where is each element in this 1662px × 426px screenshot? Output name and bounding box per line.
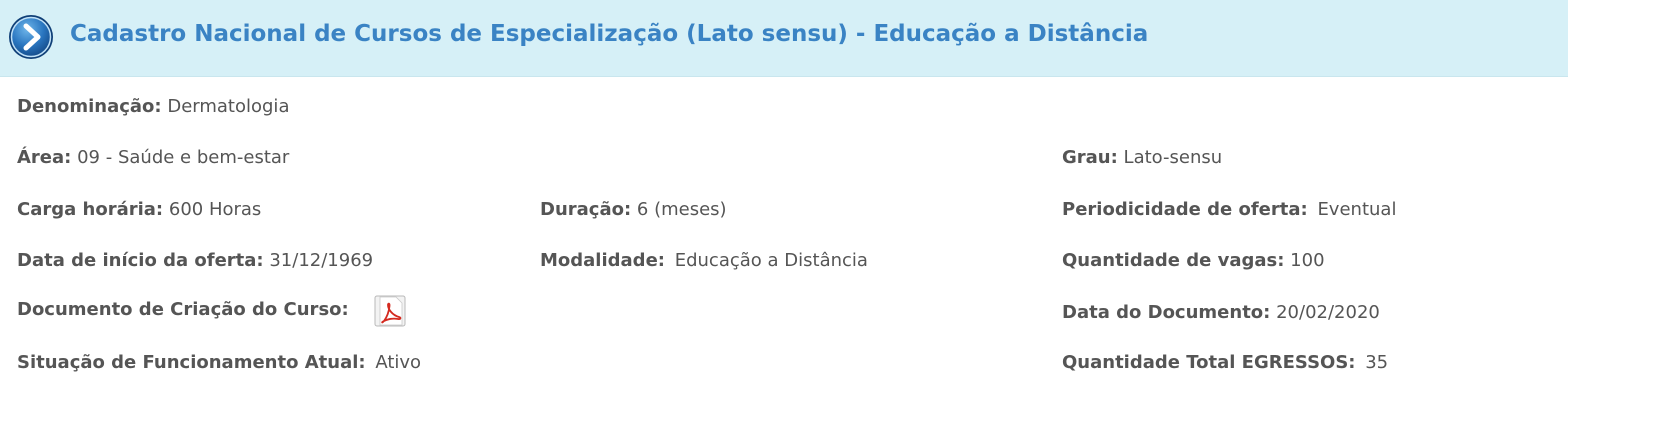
field-situacao: Situação de Funcionamento Atual: Ativo bbox=[17, 352, 421, 373]
field-quantidade-egressos: Quantidade Total EGRESSOS: 35 bbox=[1062, 352, 1388, 373]
field-value: 600 Horas bbox=[168, 199, 262, 220]
field-label: Carga horária: bbox=[17, 199, 164, 220]
field-label: Documento de Criação do Curso: bbox=[17, 299, 349, 320]
field-label: Situação de Funcionamento Atual: bbox=[17, 352, 366, 373]
field-value: 20/02/2020 bbox=[1276, 302, 1380, 323]
field-denominacao: Denominação: Dermatologia bbox=[17, 96, 289, 117]
field-label: Modalidade: bbox=[540, 250, 665, 271]
field-value: 31/12/1969 bbox=[269, 250, 374, 271]
pdf-icon[interactable] bbox=[374, 295, 406, 327]
field-modalidade: Modalidade: Educação a Distância bbox=[540, 250, 868, 271]
field-label: Quantidade Total EGRESSOS: bbox=[1062, 352, 1356, 373]
field-value: 100 bbox=[1290, 250, 1325, 271]
field-value: Eventual bbox=[1317, 199, 1397, 220]
field-value: Educação a Distância bbox=[674, 250, 868, 271]
field-carga-horaria: Carga horária: 600 Horas bbox=[17, 199, 261, 220]
field-label: Denominação: bbox=[17, 96, 162, 117]
field-grau: Grau: Lato-sensu bbox=[1062, 147, 1222, 168]
field-area: Área: 09 - Saúde e bem-estar bbox=[17, 147, 289, 168]
field-label: Data de início da oferta: bbox=[17, 250, 264, 271]
field-label: Data do Documento: bbox=[1062, 302, 1271, 323]
field-data-documento: Data do Documento: 20/02/2020 bbox=[1062, 302, 1380, 323]
field-label: Periodicidade de oferta: bbox=[1062, 199, 1308, 220]
field-label: Duração: bbox=[540, 199, 632, 220]
field-documento-criacao: Documento de Criação do Curso: bbox=[17, 299, 349, 320]
page-header: Cadastro Nacional de Cursos de Especiali… bbox=[0, 0, 1568, 77]
field-value: Lato-sensu bbox=[1123, 147, 1223, 168]
field-value: 35 bbox=[1365, 352, 1389, 373]
field-label: Quantidade de vagas: bbox=[1062, 250, 1285, 271]
field-label: Área: bbox=[17, 147, 72, 168]
field-value: Ativo bbox=[375, 352, 422, 373]
field-duracao: Duração: 6 (meses) bbox=[540, 199, 727, 220]
arrow-right-circle-icon bbox=[9, 15, 53, 59]
field-periodicidade: Periodicidade de oferta: Eventual bbox=[1062, 199, 1396, 220]
field-label: Grau: bbox=[1062, 147, 1118, 168]
field-value: 6 (meses) bbox=[636, 199, 727, 220]
page-title: Cadastro Nacional de Cursos de Especiali… bbox=[70, 21, 1149, 47]
field-value: 09 - Saúde e bem-estar bbox=[77, 147, 290, 168]
field-data-inicio: Data de início da oferta: 31/12/1969 bbox=[17, 250, 373, 271]
field-quantidade-vagas: Quantidade de vagas: 100 bbox=[1062, 250, 1325, 271]
field-value: Dermatologia bbox=[167, 96, 290, 117]
